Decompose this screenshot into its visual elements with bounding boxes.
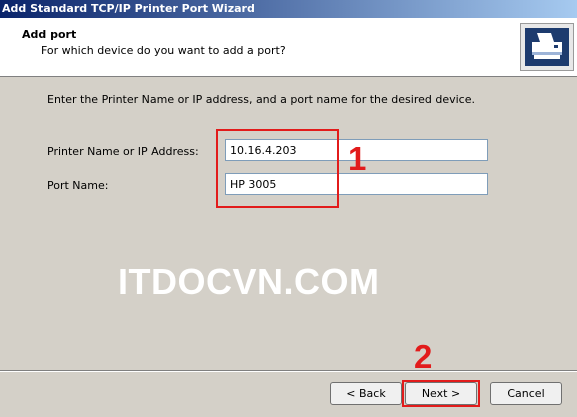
- divider: [0, 371, 577, 372]
- next-button[interactable]: Next >: [405, 382, 477, 405]
- printer-icon-graphic: [525, 28, 569, 66]
- back-button[interactable]: < Back: [330, 382, 402, 405]
- wizard-header: Add port For which device do you want to…: [0, 18, 577, 77]
- page-title: Add port: [22, 28, 77, 41]
- watermark: ITDOCVN.COM: [118, 261, 380, 302]
- page-subtitle: For which device do you want to add a po…: [41, 44, 286, 57]
- annotation-step-2: 2: [414, 338, 433, 375]
- cancel-button[interactable]: Cancel: [490, 382, 562, 405]
- window-title: Add Standard TCP/IP Printer Port Wizard: [0, 0, 577, 18]
- printer-icon: [520, 23, 574, 71]
- instruction-text: Enter the Printer Name or IP address, an…: [47, 93, 475, 106]
- port-name-label: Port Name:: [47, 179, 109, 192]
- annotation-step-1: 1: [348, 140, 367, 177]
- printer-name-label: Printer Name or IP Address:: [47, 145, 199, 158]
